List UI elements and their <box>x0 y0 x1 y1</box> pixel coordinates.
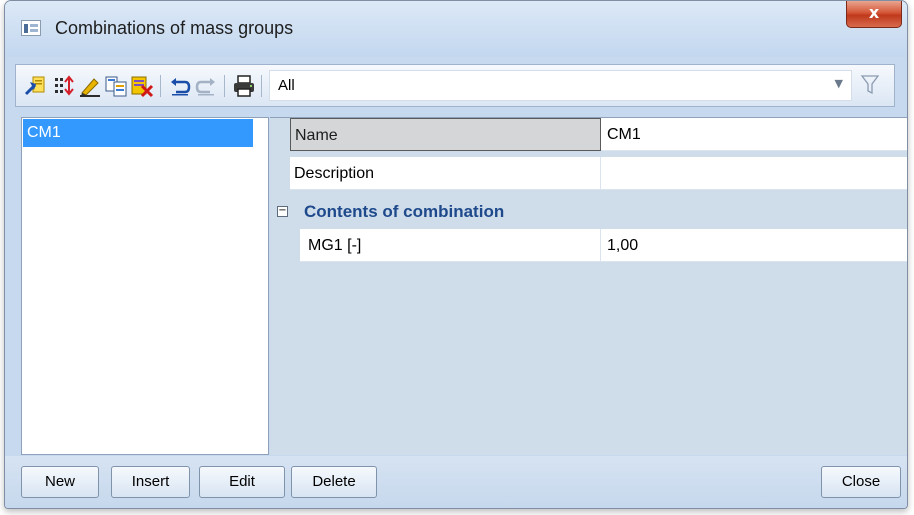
toolbar: All ▼ <box>15 64 895 107</box>
button-bar: New Insert Edit Delete Close <box>5 456 907 508</box>
print-icon[interactable] <box>232 74 256 98</box>
filter-select[interactable]: All ▼ <box>269 70 852 101</box>
property-description-label: Description <box>290 157 601 190</box>
title-bar: Combinations of mass groups x <box>5 1 907 57</box>
property-row-description[interactable]: Description <box>270 157 907 190</box>
toolbar-separator <box>261 75 262 97</box>
window-app-icon <box>21 20 41 36</box>
insert-button[interactable]: Insert <box>111 466 190 498</box>
group-label: Contents of combination <box>304 202 505 221</box>
delete-icon[interactable] <box>130 74 154 98</box>
undo-icon[interactable] <box>168 74 192 98</box>
dialog-window: Combinations of mass groups x All ▼ CM1 … <box>4 0 908 509</box>
filter-select-value: All <box>278 77 295 94</box>
properties-grid: Name CM1 Description − Contents of combi… <box>270 117 907 455</box>
copy-icon[interactable] <box>104 74 128 98</box>
list-item[interactable]: CM1 <box>23 119 253 147</box>
collapse-icon[interactable]: − <box>277 206 288 217</box>
mg1-value-field[interactable]: 1,00 <box>601 229 907 262</box>
delete-button[interactable]: Delete <box>291 466 377 498</box>
name-value-field[interactable]: CM1 <box>601 118 907 151</box>
property-name-label: Name <box>290 118 601 151</box>
toolbar-separator <box>224 75 225 97</box>
mg1-label: MG1 [-] <box>300 229 601 262</box>
close-button[interactable]: Close <box>821 466 901 498</box>
chevron-down-icon[interactable]: ▼ <box>835 77 843 90</box>
contents-group-header[interactable]: − Contents of combination <box>270 196 907 229</box>
property-row-mg1[interactable]: MG1 [-] 1,00 <box>270 229 907 262</box>
window-title: Combinations of mass groups <box>55 18 294 38</box>
toolbar-separator <box>160 75 161 97</box>
description-value-field[interactable] <box>601 157 907 190</box>
filter-icon[interactable] <box>860 74 880 96</box>
close-window-button[interactable]: x <box>846 1 902 28</box>
combination-list[interactable]: CM1 <box>21 117 269 455</box>
new-record-icon[interactable] <box>24 74 48 98</box>
property-row-name[interactable]: Name CM1 <box>270 118 907 151</box>
new-button[interactable]: New <box>21 466 99 498</box>
redo-icon[interactable] <box>194 74 218 98</box>
edit-button[interactable]: Edit <box>199 466 285 498</box>
edit-icon[interactable] <box>78 74 102 98</box>
insert-icon[interactable] <box>52 74 76 98</box>
